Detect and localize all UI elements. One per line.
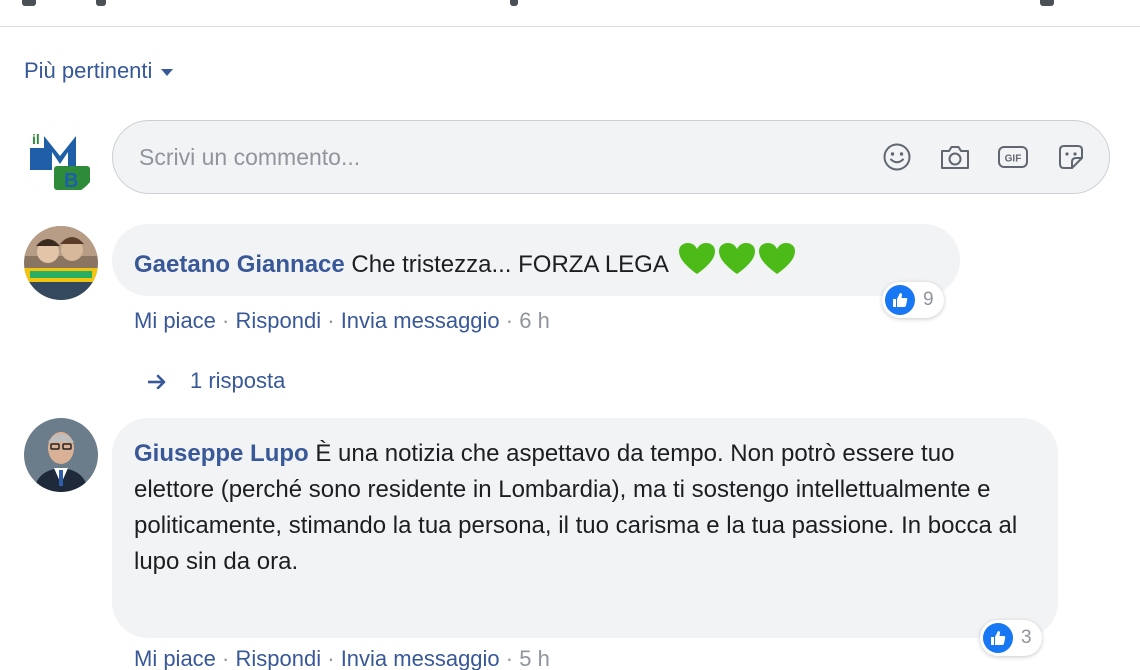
sticker-button[interactable]: [1051, 137, 1091, 177]
cropped-header: [0, 0, 1140, 26]
timestamp[interactable]: 6 h: [519, 308, 550, 333]
reaction-summary[interactable]: 9: [882, 282, 944, 318]
green-heart-icon: [679, 243, 716, 274]
comment-author[interactable]: Gaetano Giannace: [134, 251, 345, 278]
profile-photo-icon: [24, 418, 98, 492]
gif-button[interactable]: GIF: [993, 137, 1033, 177]
profile-photo-icon: [24, 226, 98, 300]
sticker-icon: [1059, 145, 1083, 169]
green-heart-icon: [719, 243, 756, 274]
reply-link[interactable]: Rispondi: [236, 646, 322, 670]
sort-label: Più pertinenti: [24, 58, 153, 83]
svg-text:GIF: GIF: [1005, 154, 1022, 165]
replies-count: 1 risposta: [190, 368, 286, 393]
camera-icon: [941, 146, 969, 169]
comment-input[interactable]: [137, 142, 801, 172]
separator: ·: [222, 308, 230, 333]
view-replies-link[interactable]: 1 risposta: [146, 368, 285, 394]
divider: [0, 26, 1140, 27]
comment-author[interactable]: Giuseppe Lupo: [134, 440, 309, 467]
separator: ·: [505, 308, 514, 333]
reaction-count: 9: [923, 289, 934, 310]
green-heart-icon: [759, 243, 796, 274]
send-message-link[interactable]: Invia messaggio: [341, 646, 500, 670]
separator: ·: [505, 646, 514, 670]
comment-actions: Mi piace · Rispondi · Invia messaggio · …: [134, 308, 550, 334]
reaction-count: 3: [1021, 627, 1032, 648]
caret-down-icon: [161, 68, 174, 76]
reply-link[interactable]: Rispondi: [236, 308, 322, 333]
timestamp[interactable]: 5 h: [519, 646, 550, 670]
photo-button[interactable]: [935, 137, 975, 177]
emoji-button[interactable]: [877, 137, 917, 177]
comment-bubble: Gaetano Giannace Che tristezza... FORZA …: [112, 224, 960, 296]
green-hearts: [678, 242, 796, 276]
like-link[interactable]: Mi piace: [134, 308, 216, 333]
reply-arrow-icon: [148, 374, 166, 389]
like-link[interactable]: Mi piace: [134, 646, 216, 670]
smiley-icon: [883, 143, 911, 171]
send-message-link[interactable]: Invia messaggio: [341, 308, 500, 333]
comments-panel: Più pertinenti B il Scrivi un commento..…: [0, 0, 1140, 670]
comment-composer: GIF: [112, 120, 1110, 194]
comment-text: Che tristezza... FORZA LEGA: [351, 251, 668, 278]
svg-text:il: il: [32, 131, 40, 147]
reaction-summary[interactable]: 3: [980, 620, 1042, 656]
svg-text:B: B: [64, 170, 78, 192]
avatar[interactable]: [24, 226, 98, 300]
sort-dropdown[interactable]: Più pertinenti: [24, 58, 174, 84]
page-logo-icon: B il: [24, 122, 98, 196]
like-icon: [885, 285, 915, 315]
separator: ·: [222, 646, 230, 670]
comment-bubble: Giuseppe Lupo È una notizia che aspettav…: [112, 418, 1058, 638]
current-user-avatar[interactable]: B il: [24, 122, 98, 196]
separator: ·: [327, 308, 335, 333]
avatar[interactable]: [24, 418, 98, 492]
like-icon: [983, 623, 1013, 653]
separator: ·: [327, 646, 335, 670]
gif-icon: GIF: [998, 146, 1028, 168]
comment-actions: Mi piace · Rispondi · Invia messaggio · …: [134, 646, 550, 670]
